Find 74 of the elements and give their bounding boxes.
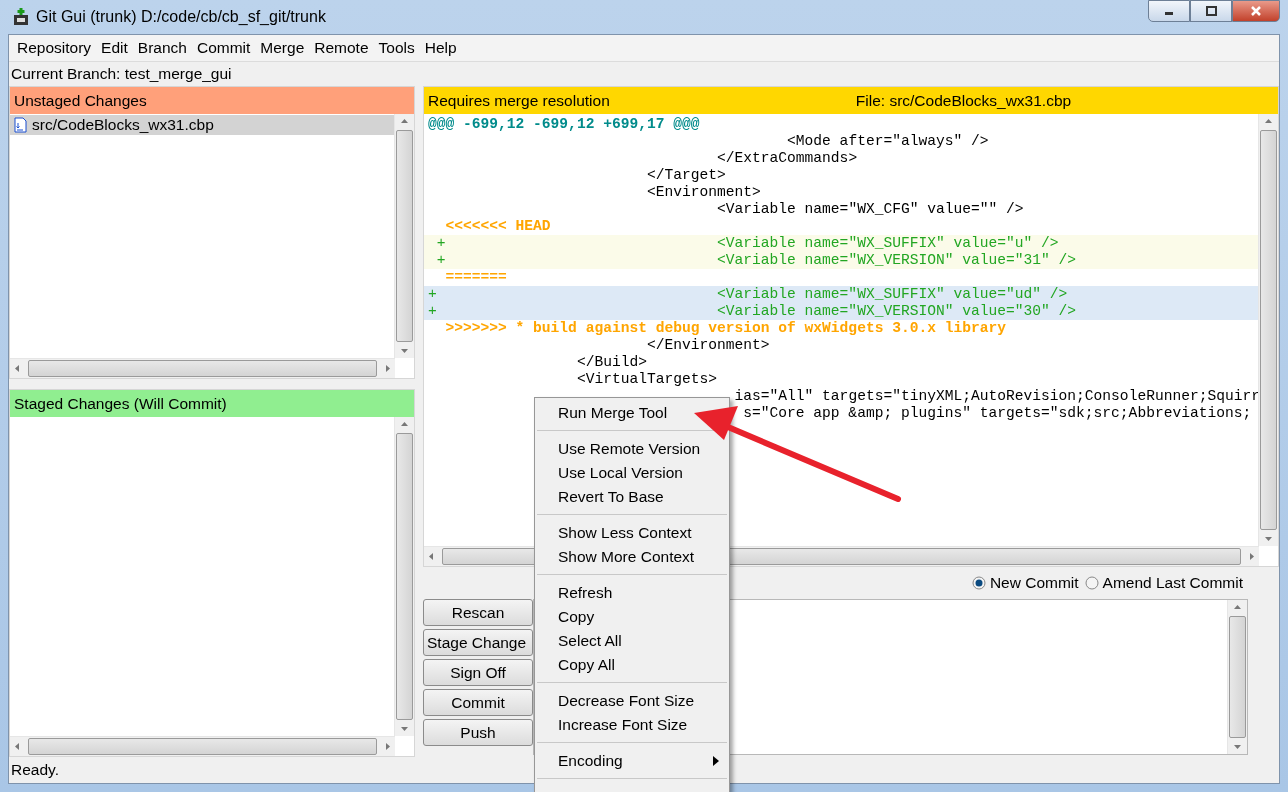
file-item[interactable]: src/CodeBlocks_wx31.cbp xyxy=(10,115,394,135)
maximize-icon xyxy=(1205,6,1217,16)
context-menu-item[interactable]: Increase Font Size xyxy=(535,713,692,737)
menu-item[interactable]: Remote xyxy=(312,39,375,57)
context-menu-item[interactable]: Show Less Context xyxy=(535,521,696,545)
scrollbar-thumb[interactable] xyxy=(1260,130,1277,530)
diff-line: </Build> xyxy=(576,354,647,370)
file-path-label: File: src/CodeBlocks_wx31.cbp xyxy=(855,91,1072,111)
action-button[interactable]: Stage Change xyxy=(423,629,533,656)
context-menu-item[interactable]: Decrease Font Size xyxy=(535,689,699,713)
diff-line: <<<<<<< HEAD xyxy=(445,218,551,234)
staged-header: Staged Changes (Will Commit) xyxy=(10,390,414,417)
action-button[interactable]: Sign Off xyxy=(423,659,533,686)
diff-line: ======= xyxy=(445,269,507,285)
context-menu-item[interactable]: Copy All xyxy=(535,653,619,677)
scrollbar-thumb[interactable] xyxy=(1229,616,1246,738)
file-icon xyxy=(14,117,27,133)
context-menu-item[interactable]: Use Local Version xyxy=(535,461,687,485)
action-button[interactable]: Rescan xyxy=(423,599,533,626)
scrollbar-thumb[interactable] xyxy=(28,738,377,755)
diff-line: >>>>>>> * build against debug version of wxWidgets 3.0.x library xyxy=(445,320,1006,336)
diff-line: <Mode after="always" /> xyxy=(787,133,989,149)
menu-item[interactable]: Help xyxy=(422,39,463,57)
current-branch-label: Current Branch: test_merge_gui xyxy=(11,65,232,82)
app-icon xyxy=(12,7,30,27)
diff-line: </Environment> xyxy=(646,337,770,353)
scrollbar-thumb[interactable] xyxy=(28,360,377,377)
context-menu-item[interactable]: Run Merge Tool xyxy=(535,401,672,425)
diff-line: <Environment> xyxy=(646,184,761,200)
vertical-scrollbar[interactable] xyxy=(1227,600,1247,754)
merge-status-label: Requires merge resolution xyxy=(428,91,610,111)
context-menu-item[interactable]: Copy xyxy=(535,605,599,629)
window-title: Git Gui (trunk) D:/code/cb/cb_sf_git/trunk xyxy=(36,8,326,26)
close-icon xyxy=(1249,5,1263,17)
diff-line: s="Core app &amp; plugins" targets="sdk;src;Abbreviations; xyxy=(743,405,1252,421)
horizontal-scrollbar[interactable] xyxy=(10,358,395,378)
context-menu-item[interactable]: Use Remote Version xyxy=(535,437,705,461)
vertical-scrollbar[interactable] xyxy=(394,417,414,736)
menu-item[interactable]: Branch xyxy=(135,39,193,57)
diff-line: + <Variable name="WX_VERSION" value="30" /> xyxy=(428,303,1077,319)
action-button[interactable]: Push xyxy=(423,719,533,746)
context-menu-item[interactable]: Encoding xyxy=(535,749,729,773)
radio-option[interactable]: New Commit xyxy=(971,574,1079,592)
menu-item[interactable]: Repository xyxy=(15,39,98,57)
menu-item[interactable]: Merge xyxy=(258,39,311,57)
diff-line: <VirtualTargets> xyxy=(576,371,717,387)
submenu-arrow-icon xyxy=(713,756,719,766)
radio-option[interactable]: Amend Last Commit xyxy=(1084,574,1243,592)
close-button[interactable] xyxy=(1232,0,1280,22)
vertical-scrollbar[interactable] xyxy=(394,114,414,358)
vertical-scrollbar[interactable] xyxy=(1258,114,1278,546)
diff-line: + <Variable name="WX_SUFFIX" value="ud" /> xyxy=(428,286,1068,302)
diff-line: @@@ -699,12 -699,12 +699,17 @@@ xyxy=(428,116,700,132)
minimize-button[interactable] xyxy=(1148,0,1190,22)
scrollbar-thumb[interactable] xyxy=(396,433,413,720)
menu-item[interactable]: Edit xyxy=(99,39,134,57)
menu-item[interactable]: Tools xyxy=(376,39,421,57)
maximize-button[interactable] xyxy=(1190,0,1232,22)
horizontal-scrollbar[interactable] xyxy=(10,736,395,756)
diff-line: + <Variable name="WX_VERSION" value="31" /> xyxy=(436,252,1077,268)
diff-line: <Variable name="WX_CFG" value="" /> xyxy=(717,201,1024,217)
context-menu-item[interactable]: Revert To Base xyxy=(535,485,668,509)
diff-line: </ExtraCommands> xyxy=(717,150,858,166)
diff-line: ias="All" targets="tinyXML;AutoRevision;ConsoleRunner;Squirr xyxy=(734,388,1258,404)
diff-line: </Target> xyxy=(646,167,726,183)
context-menu-item[interactable]: Select All xyxy=(535,629,626,653)
status-text: Ready. xyxy=(11,761,59,778)
context-menu-item[interactable]: Show More Context xyxy=(535,545,699,569)
scrollbar-thumb[interactable] xyxy=(396,130,413,342)
action-button[interactable]: Commit xyxy=(423,689,533,716)
unstaged-header: Unstaged Changes xyxy=(10,87,414,114)
context-menu-item[interactable]: Refresh xyxy=(535,581,617,605)
menu-item[interactable]: Commit xyxy=(194,39,257,57)
diff-line: + <Variable name="WX_SUFFIX" value="u" /> xyxy=(436,235,1059,251)
